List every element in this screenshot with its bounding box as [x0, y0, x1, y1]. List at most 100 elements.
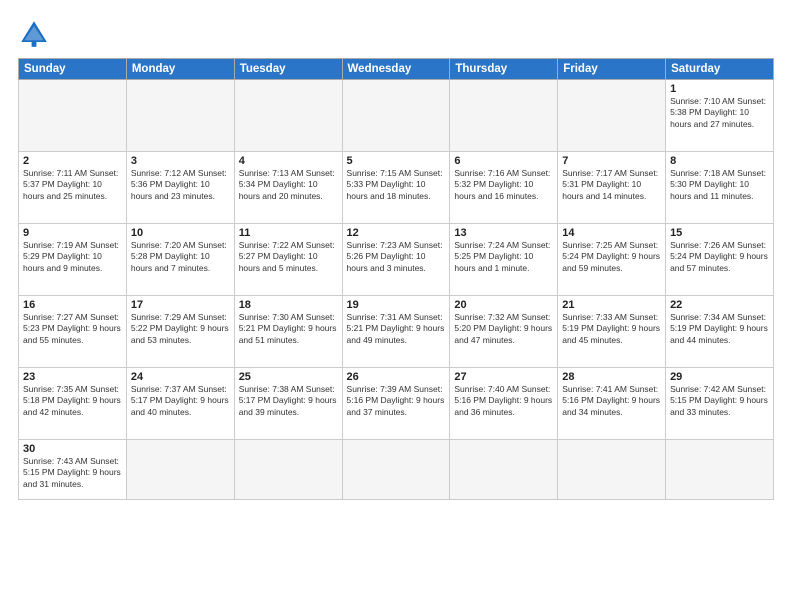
- weekday-header-thursday: Thursday: [450, 59, 558, 80]
- calendar-cell: 23Sunrise: 7:35 AM Sunset: 5:18 PM Dayli…: [19, 368, 127, 440]
- day-number: 24: [131, 371, 230, 383]
- week-row-2: 2Sunrise: 7:11 AM Sunset: 5:37 PM Daylig…: [19, 152, 774, 224]
- calendar-cell: [450, 80, 558, 152]
- calendar-cell: [342, 80, 450, 152]
- day-info: Sunrise: 7:16 AM Sunset: 5:32 PM Dayligh…: [454, 168, 553, 202]
- day-number: 22: [670, 299, 769, 311]
- day-info: Sunrise: 7:25 AM Sunset: 5:24 PM Dayligh…: [562, 240, 661, 274]
- logo-icon: [18, 18, 50, 50]
- day-info: Sunrise: 7:10 AM Sunset: 5:38 PM Dayligh…: [670, 96, 769, 130]
- day-number: 26: [347, 371, 446, 383]
- calendar-cell: 1Sunrise: 7:10 AM Sunset: 5:38 PM Daylig…: [666, 80, 774, 152]
- calendar-cell: 18Sunrise: 7:30 AM Sunset: 5:21 PM Dayli…: [234, 296, 342, 368]
- day-info: Sunrise: 7:32 AM Sunset: 5:20 PM Dayligh…: [454, 312, 553, 346]
- day-number: 10: [131, 227, 230, 239]
- day-number: 30: [23, 443, 122, 455]
- day-number: 18: [239, 299, 338, 311]
- day-number: 23: [23, 371, 122, 383]
- day-info: Sunrise: 7:30 AM Sunset: 5:21 PM Dayligh…: [239, 312, 338, 346]
- day-info: Sunrise: 7:35 AM Sunset: 5:18 PM Dayligh…: [23, 384, 122, 418]
- day-info: Sunrise: 7:38 AM Sunset: 5:17 PM Dayligh…: [239, 384, 338, 418]
- day-info: Sunrise: 7:19 AM Sunset: 5:29 PM Dayligh…: [23, 240, 122, 274]
- calendar-cell: 24Sunrise: 7:37 AM Sunset: 5:17 PM Dayli…: [126, 368, 234, 440]
- day-number: 6: [454, 155, 553, 167]
- weekday-header-wednesday: Wednesday: [342, 59, 450, 80]
- calendar: SundayMondayTuesdayWednesdayThursdayFrid…: [18, 58, 774, 500]
- day-info: Sunrise: 7:37 AM Sunset: 5:17 PM Dayligh…: [131, 384, 230, 418]
- calendar-cell: 19Sunrise: 7:31 AM Sunset: 5:21 PM Dayli…: [342, 296, 450, 368]
- calendar-cell: 21Sunrise: 7:33 AM Sunset: 5:19 PM Dayli…: [558, 296, 666, 368]
- calendar-cell: [666, 440, 774, 500]
- day-number: 17: [131, 299, 230, 311]
- header: [18, 18, 774, 50]
- day-info: Sunrise: 7:17 AM Sunset: 5:31 PM Dayligh…: [562, 168, 661, 202]
- week-row-3: 9Sunrise: 7:19 AM Sunset: 5:29 PM Daylig…: [19, 224, 774, 296]
- calendar-cell: 3Sunrise: 7:12 AM Sunset: 5:36 PM Daylig…: [126, 152, 234, 224]
- day-number: 19: [347, 299, 446, 311]
- day-info: Sunrise: 7:31 AM Sunset: 5:21 PM Dayligh…: [347, 312, 446, 346]
- week-row-1: 1Sunrise: 7:10 AM Sunset: 5:38 PM Daylig…: [19, 80, 774, 152]
- day-number: 16: [23, 299, 122, 311]
- weekday-header-friday: Friday: [558, 59, 666, 80]
- calendar-cell: 13Sunrise: 7:24 AM Sunset: 5:25 PM Dayli…: [450, 224, 558, 296]
- calendar-cell: [19, 80, 127, 152]
- calendar-cell: [558, 80, 666, 152]
- day-number: 4: [239, 155, 338, 167]
- week-row-6: 30Sunrise: 7:43 AM Sunset: 5:15 PM Dayli…: [19, 440, 774, 500]
- calendar-cell: 20Sunrise: 7:32 AM Sunset: 5:20 PM Dayli…: [450, 296, 558, 368]
- calendar-cell: 12Sunrise: 7:23 AM Sunset: 5:26 PM Dayli…: [342, 224, 450, 296]
- day-info: Sunrise: 7:24 AM Sunset: 5:25 PM Dayligh…: [454, 240, 553, 274]
- day-info: Sunrise: 7:43 AM Sunset: 5:15 PM Dayligh…: [23, 456, 122, 490]
- day-number: 25: [239, 371, 338, 383]
- day-number: 7: [562, 155, 661, 167]
- calendar-cell: [234, 80, 342, 152]
- day-number: 8: [670, 155, 769, 167]
- day-info: Sunrise: 7:39 AM Sunset: 5:16 PM Dayligh…: [347, 384, 446, 418]
- calendar-cell: 30Sunrise: 7:43 AM Sunset: 5:15 PM Dayli…: [19, 440, 127, 500]
- day-number: 2: [23, 155, 122, 167]
- day-number: 5: [347, 155, 446, 167]
- calendar-cell: 28Sunrise: 7:41 AM Sunset: 5:16 PM Dayli…: [558, 368, 666, 440]
- week-row-5: 23Sunrise: 7:35 AM Sunset: 5:18 PM Dayli…: [19, 368, 774, 440]
- calendar-cell: 4Sunrise: 7:13 AM Sunset: 5:34 PM Daylig…: [234, 152, 342, 224]
- calendar-cell: 16Sunrise: 7:27 AM Sunset: 5:23 PM Dayli…: [19, 296, 127, 368]
- day-number: 21: [562, 299, 661, 311]
- day-info: Sunrise: 7:15 AM Sunset: 5:33 PM Dayligh…: [347, 168, 446, 202]
- day-info: Sunrise: 7:18 AM Sunset: 5:30 PM Dayligh…: [670, 168, 769, 202]
- weekday-header-tuesday: Tuesday: [234, 59, 342, 80]
- day-info: Sunrise: 7:23 AM Sunset: 5:26 PM Dayligh…: [347, 240, 446, 274]
- calendar-cell: 17Sunrise: 7:29 AM Sunset: 5:22 PM Dayli…: [126, 296, 234, 368]
- day-number: 3: [131, 155, 230, 167]
- calendar-cell: 14Sunrise: 7:25 AM Sunset: 5:24 PM Dayli…: [558, 224, 666, 296]
- week-row-4: 16Sunrise: 7:27 AM Sunset: 5:23 PM Dayli…: [19, 296, 774, 368]
- day-info: Sunrise: 7:12 AM Sunset: 5:36 PM Dayligh…: [131, 168, 230, 202]
- day-number: 11: [239, 227, 338, 239]
- calendar-cell: [126, 440, 234, 500]
- day-number: 15: [670, 227, 769, 239]
- day-info: Sunrise: 7:13 AM Sunset: 5:34 PM Dayligh…: [239, 168, 338, 202]
- calendar-cell: 7Sunrise: 7:17 AM Sunset: 5:31 PM Daylig…: [558, 152, 666, 224]
- calendar-cell: 8Sunrise: 7:18 AM Sunset: 5:30 PM Daylig…: [666, 152, 774, 224]
- calendar-cell: 9Sunrise: 7:19 AM Sunset: 5:29 PM Daylig…: [19, 224, 127, 296]
- calendar-cell: 22Sunrise: 7:34 AM Sunset: 5:19 PM Dayli…: [666, 296, 774, 368]
- day-info: Sunrise: 7:34 AM Sunset: 5:19 PM Dayligh…: [670, 312, 769, 346]
- day-info: Sunrise: 7:20 AM Sunset: 5:28 PM Dayligh…: [131, 240, 230, 274]
- calendar-cell: [234, 440, 342, 500]
- day-info: Sunrise: 7:11 AM Sunset: 5:37 PM Dayligh…: [23, 168, 122, 202]
- day-number: 27: [454, 371, 553, 383]
- logo: [18, 18, 54, 50]
- calendar-cell: 29Sunrise: 7:42 AM Sunset: 5:15 PM Dayli…: [666, 368, 774, 440]
- day-info: Sunrise: 7:29 AM Sunset: 5:22 PM Dayligh…: [131, 312, 230, 346]
- day-info: Sunrise: 7:42 AM Sunset: 5:15 PM Dayligh…: [670, 384, 769, 418]
- page: SundayMondayTuesdayWednesdayThursdayFrid…: [0, 0, 792, 612]
- day-number: 13: [454, 227, 553, 239]
- calendar-cell: 2Sunrise: 7:11 AM Sunset: 5:37 PM Daylig…: [19, 152, 127, 224]
- day-info: Sunrise: 7:27 AM Sunset: 5:23 PM Dayligh…: [23, 312, 122, 346]
- day-number: 1: [670, 83, 769, 95]
- calendar-cell: 5Sunrise: 7:15 AM Sunset: 5:33 PM Daylig…: [342, 152, 450, 224]
- day-info: Sunrise: 7:40 AM Sunset: 5:16 PM Dayligh…: [454, 384, 553, 418]
- calendar-cell: 25Sunrise: 7:38 AM Sunset: 5:17 PM Dayli…: [234, 368, 342, 440]
- weekday-header-saturday: Saturday: [666, 59, 774, 80]
- calendar-cell: 27Sunrise: 7:40 AM Sunset: 5:16 PM Dayli…: [450, 368, 558, 440]
- day-info: Sunrise: 7:33 AM Sunset: 5:19 PM Dayligh…: [562, 312, 661, 346]
